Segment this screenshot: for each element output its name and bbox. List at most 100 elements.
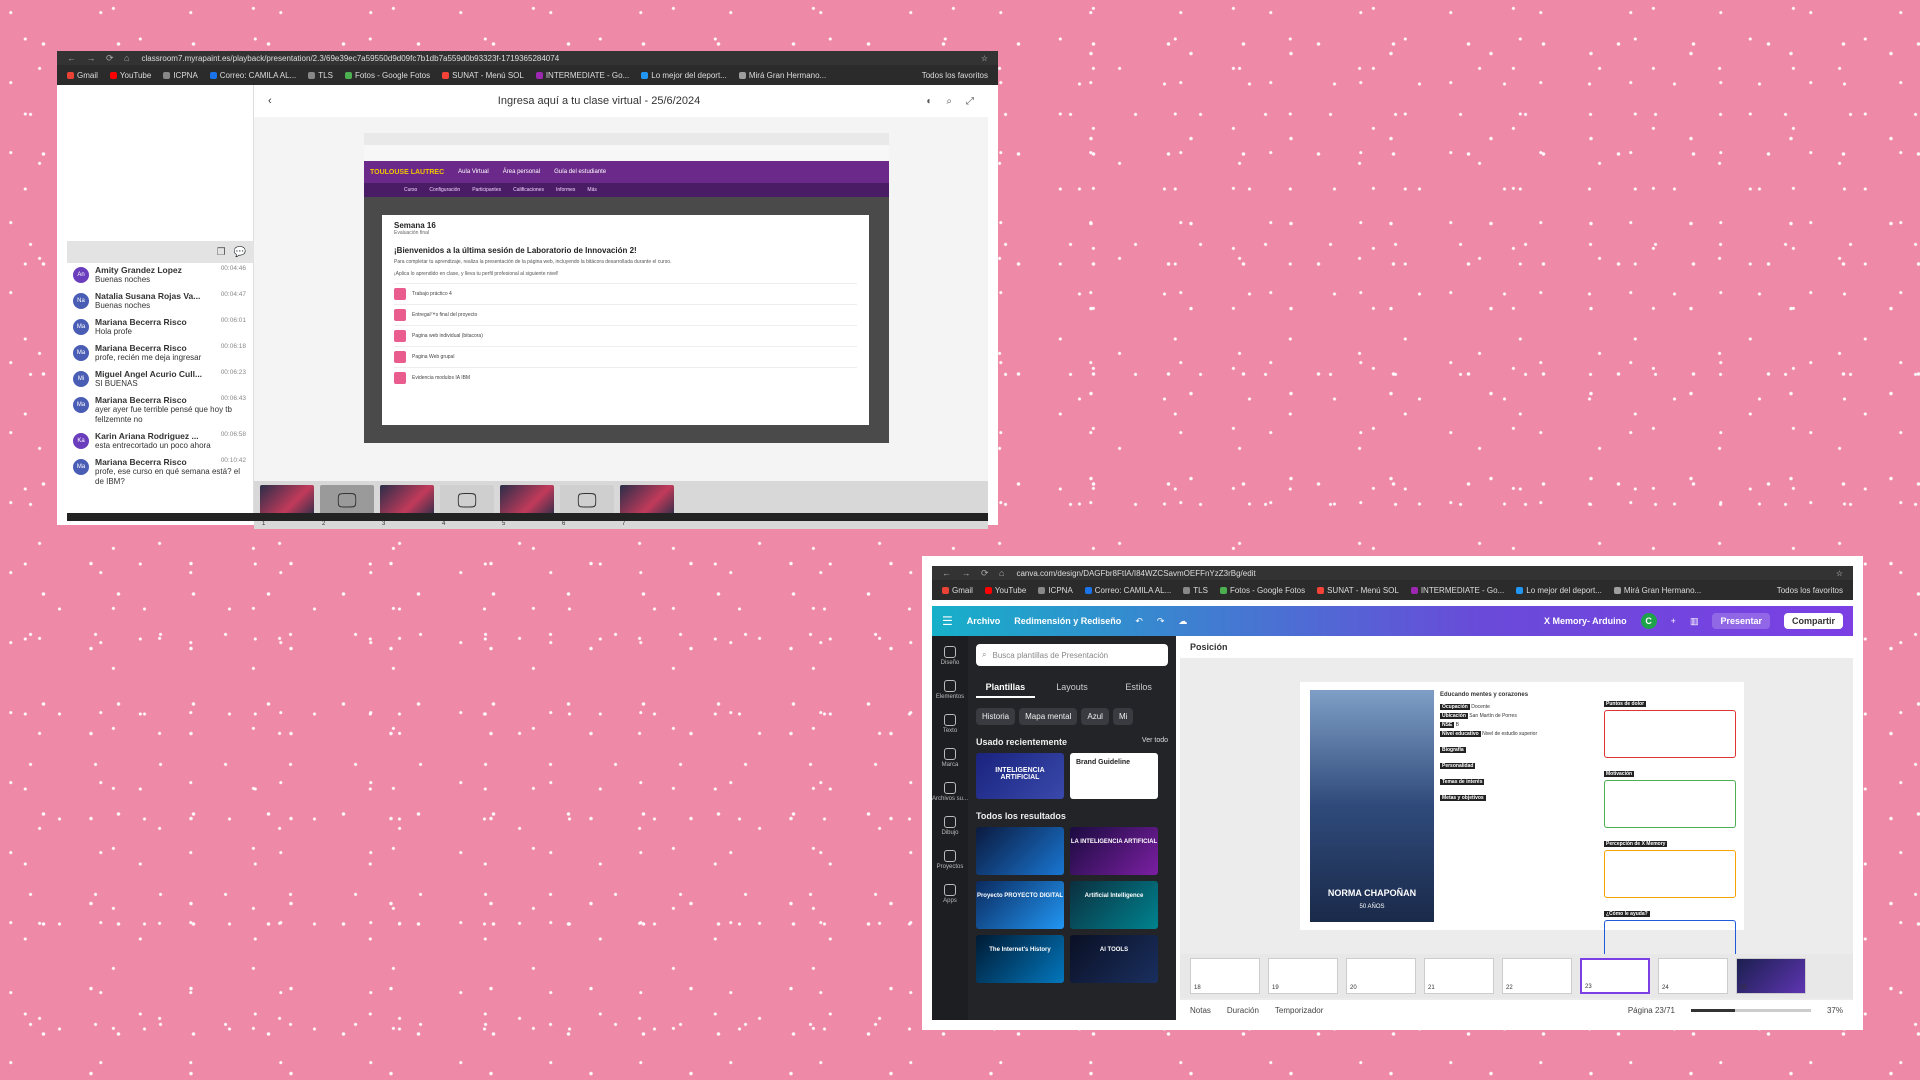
rail-item[interactable]: Diseño (941, 646, 959, 666)
temporizador-button[interactable]: Temporizador (1275, 1006, 1323, 1015)
fullscreen-icon[interactable]: ⤢ (966, 96, 974, 107)
page-thumbnail[interactable]: 18 (1190, 958, 1260, 994)
bookmark-item[interactable]: Fotos - Google Fotos (344, 71, 430, 80)
undo-icon[interactable]: ↶ (1135, 616, 1143, 627)
rail-icon (944, 646, 956, 658)
template-result[interactable]: The Internet's History (976, 935, 1064, 983)
browser-address-bar-canva[interactable]: ← → ⟳ ⌂ canva.com/design/DAGFbr8FtIA/I84… (932, 566, 1853, 580)
page-thumbnail[interactable]: 21 (1424, 958, 1494, 994)
bookmark-item[interactable]: SUNAT - Menú SOL (1317, 586, 1399, 595)
all-bookmarks[interactable]: Todos los favoritos (922, 71, 988, 80)
ver-todo-link[interactable]: Ver todo (1142, 737, 1168, 747)
bookmark-item[interactable]: Gmail (942, 586, 973, 595)
filter-chip[interactable]: Azul (1081, 708, 1109, 725)
all-bookmarks[interactable]: Todos los favoritos (1777, 586, 1843, 595)
document-title[interactable]: X Memory- Arduino (1544, 616, 1627, 626)
bookmark-item[interactable]: YouTube (109, 71, 151, 80)
copy-icon[interactable]: ❐ (217, 247, 226, 258)
thumbnail-number: 1 (262, 521, 266, 527)
template-result[interactable]: Artificial Intelligence (1070, 881, 1158, 929)
user-avatar[interactable]: C (1640, 613, 1657, 629)
page-thumbnail[interactable]: 24 (1658, 958, 1728, 994)
menu-icon[interactable]: ☰ (942, 614, 953, 628)
page-thumbnail[interactable]: 25 (1736, 958, 1806, 994)
filter-chip[interactable]: Mi (1112, 708, 1134, 725)
search-icon[interactable]: ⌕ (946, 96, 952, 107)
duracion-button[interactable]: Duración (1227, 1006, 1259, 1015)
filter-chip[interactable]: Mapa mental (1019, 708, 1078, 725)
bookmark-item[interactable]: Mirá Gran Hermano... (738, 71, 826, 80)
redimension-button[interactable]: Redimensión y Rediseño (1014, 616, 1121, 626)
compartir-button[interactable]: Compartir (1783, 613, 1843, 629)
filter-chip[interactable]: Historia (976, 708, 1016, 725)
bookmark-item[interactable]: TLS (1183, 586, 1208, 595)
bookmark-item[interactable]: Lo mejor del deport... (1516, 586, 1602, 595)
rail-item[interactable]: Texto (943, 714, 957, 734)
browser-url[interactable]: classroom7.myrapaint.es/playback/present… (141, 54, 972, 63)
browser-nav-icons[interactable]: ← → ⟳ ⌂ (67, 53, 133, 64)
presentar-button[interactable]: Presentar (1712, 613, 1770, 629)
page-thumbnail[interactable]: 22 (1502, 958, 1572, 994)
rail-item[interactable]: Apps (943, 884, 957, 904)
bookmark-item[interactable]: ICPNA (1038, 586, 1073, 595)
browser-url-canva[interactable]: canva.com/design/DAGFbr8FtIA/I84WZCSavmO… (1016, 569, 1827, 578)
bookmark-item[interactable]: ICPNA (163, 71, 198, 80)
bookmark-item[interactable]: Mirá Gran Hermano... (1613, 586, 1701, 595)
panel-tab[interactable]: Plantillas (976, 678, 1035, 698)
recent-templates: INTELIGENCIA ARTIFICIAL Brand Guideline (976, 753, 1168, 799)
theme-icon[interactable]: ◐ (926, 96, 932, 107)
recent-template-brand[interactable]: Brand Guideline (1070, 753, 1158, 799)
panel-tab[interactable]: Estilos (1109, 678, 1168, 698)
template-result[interactable]: AI TOOLS (1070, 935, 1158, 983)
bookmark-item[interactable]: Lo mejor del deport... (641, 71, 727, 80)
bookmark-item[interactable]: Correo: CAMILA AL... (1084, 586, 1171, 595)
bookmark-item[interactable]: TLS (308, 71, 333, 80)
persona-right-label: Percepción de X Memory (1604, 841, 1668, 847)
bookmark-item[interactable]: Correo: CAMILA AL... (209, 71, 296, 80)
chat-author: Karin Ariana Rodriguez ... (95, 431, 199, 441)
notas-button[interactable]: Notas (1190, 1006, 1211, 1015)
analytics-icon[interactable]: ▥ (1690, 616, 1699, 627)
persona-photo[interactable]: NORMA CHAPOÑAN 50 AÑOS (1310, 690, 1434, 922)
rail-item[interactable]: Elementos (936, 680, 964, 700)
zoom-level[interactable]: 37% (1827, 1006, 1843, 1015)
add-icon[interactable]: + (1671, 616, 1676, 626)
monitor-icon: 🖵 (577, 489, 597, 512)
recent-template-ai[interactable]: INTELIGENCIA ARTIFICIAL (976, 753, 1064, 799)
template-result[interactable] (976, 827, 1064, 875)
bookmark-item[interactable]: SUNAT - Menú SOL (442, 71, 524, 80)
template-result[interactable]: LA INTELIGENCIA ARTIFICIAL (1070, 827, 1158, 875)
star-icon-canva[interactable]: ☆ (1836, 569, 1843, 578)
page-thumbnail[interactable]: 20 (1346, 958, 1416, 994)
rail-item[interactable]: Archivos su... (932, 782, 968, 802)
playback-bar[interactable] (67, 513, 988, 521)
bookmark-item[interactable]: INTERMEDIATE - Go... (1410, 586, 1504, 595)
redo-icon[interactable]: ↷ (1157, 616, 1165, 627)
template-search[interactable]: ⌕ Busca plantillas de Presentación (976, 644, 1168, 666)
rail-item[interactable]: Marca (942, 748, 958, 768)
bookmark-item[interactable]: YouTube (984, 586, 1026, 595)
thumbnail-number: 4 (442, 521, 446, 527)
rail-item[interactable]: Dibujo (941, 816, 959, 836)
chat-icon[interactable]: 💬 (234, 247, 246, 258)
chat-messages[interactable]: An Amity Grandez Lopez 00:04:46 Buenas noch… (67, 265, 254, 507)
rail-item[interactable]: Proyectos (937, 850, 963, 870)
presentation-area: ‹ Ingresa aquí a tu clase virtual - 25/6… (254, 85, 988, 529)
template-result[interactable]: Proyecto PROYECTO DIGITAL (976, 881, 1064, 929)
bookmark-item[interactable]: INTERMEDIATE - Go... (535, 71, 629, 80)
page-thumbnail[interactable]: 23 (1580, 958, 1650, 994)
archivo-menu[interactable]: Archivo (967, 616, 1001, 626)
browser-nav-icons-canva[interactable]: ← → ⟳ ⌂ (942, 568, 1008, 579)
panel-tab[interactable]: Layouts (1043, 678, 1102, 698)
all-results-header: Todos los resultados (976, 811, 1168, 821)
star-icon[interactable]: ☆ (981, 54, 988, 63)
bookmark-item[interactable]: Gmail (67, 71, 98, 80)
bookmark-item[interactable]: Fotos - Google Fotos (1219, 586, 1305, 595)
position-label[interactable]: Posición (1180, 636, 1853, 658)
design-page[interactable]: NORMA CHAPOÑAN 50 AÑOS Educando mentes y… (1300, 682, 1744, 968)
slide-task: Pagina web individual (bitacora) (394, 325, 857, 346)
browser-address-bar[interactable]: ← → ⟳ ⌂ classroom7.myrapaint.es/playback… (57, 51, 998, 65)
zoom-slider[interactable] (1690, 1008, 1811, 1012)
page-indicator[interactable]: Página 23/71 (1628, 1006, 1675, 1015)
page-thumbnail[interactable]: 19 (1268, 958, 1338, 994)
